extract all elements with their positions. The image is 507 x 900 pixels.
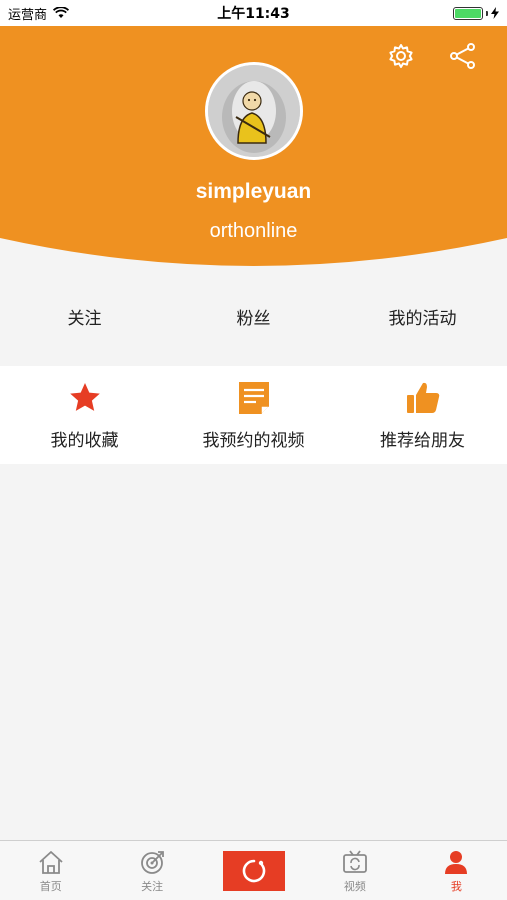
status-right xyxy=(453,6,499,20)
share-icon[interactable] xyxy=(449,42,477,70)
tab-home-label: 首页 xyxy=(39,879,62,893)
my-reserved-videos-label: 我预约的视频 xyxy=(202,431,305,451)
my-favorites-button[interactable]: 我的收藏 xyxy=(0,366,169,464)
profile-header: simpleyuan orthonline xyxy=(0,26,507,271)
header-actions xyxy=(387,42,477,70)
quick-actions-panel: 我的收藏 我预约的视频 推荐给朋友 xyxy=(0,366,507,464)
battery-icon xyxy=(453,6,483,20)
follow-icon xyxy=(141,850,165,874)
recommend-to-friends-label: 推荐给朋友 xyxy=(380,431,465,451)
note-icon xyxy=(238,382,269,414)
record-button[interactable] xyxy=(222,850,285,891)
my-reserved-videos-button[interactable]: 我预约的视频 xyxy=(169,366,338,464)
status-bar: 运营商 上午11:43 xyxy=(0,0,507,26)
status-time: 上午11:43 xyxy=(217,6,290,22)
my-favorites-label: 我的收藏 xyxy=(50,431,119,451)
charging-icon xyxy=(491,7,499,19)
tab-follow[interactable]: 关注 xyxy=(101,841,202,900)
tab-me-label: 我 xyxy=(450,879,462,893)
tab-record[interactable] xyxy=(203,841,304,900)
stat-followers[interactable]: 粉丝 xyxy=(169,288,338,344)
stat-followers-label: 粉丝 xyxy=(236,308,271,329)
video-icon xyxy=(343,849,367,873)
stats-row: 关注 粉丝 我的活动 xyxy=(0,288,507,344)
tab-follow-label: 关注 xyxy=(141,879,164,893)
stat-following[interactable]: 关注 xyxy=(0,288,169,344)
tab-video-label: 视频 xyxy=(343,879,366,893)
username: simpleyuan xyxy=(195,180,312,203)
tab-me[interactable]: 我 xyxy=(406,841,507,900)
avatar[interactable] xyxy=(205,62,303,160)
wifi-icon xyxy=(53,7,70,18)
tab-bar: 首页 关注 视频 我 xyxy=(0,840,507,900)
battery-tip xyxy=(486,10,488,16)
thumbs-up-icon xyxy=(406,382,439,413)
gear-icon[interactable] xyxy=(387,42,415,70)
status-left: 运营商 xyxy=(8,4,70,23)
home-icon xyxy=(39,850,63,874)
carrier-label: 运营商 xyxy=(8,7,48,23)
record-icon xyxy=(242,859,265,882)
avatar-image xyxy=(208,65,300,157)
tab-home[interactable]: 首页 xyxy=(0,841,101,900)
stat-my-activities-label: 我的活动 xyxy=(388,308,457,329)
tab-video[interactable]: 视频 xyxy=(304,841,405,900)
stat-following-label: 关注 xyxy=(67,308,102,329)
battery-level xyxy=(455,8,481,18)
star-icon xyxy=(69,383,100,411)
recommend-to-friends-button[interactable]: 推荐给朋友 xyxy=(338,366,507,464)
user-id: orthonline xyxy=(209,220,298,242)
stat-my-activities[interactable]: 我的活动 xyxy=(338,288,507,344)
user-icon xyxy=(445,850,468,874)
